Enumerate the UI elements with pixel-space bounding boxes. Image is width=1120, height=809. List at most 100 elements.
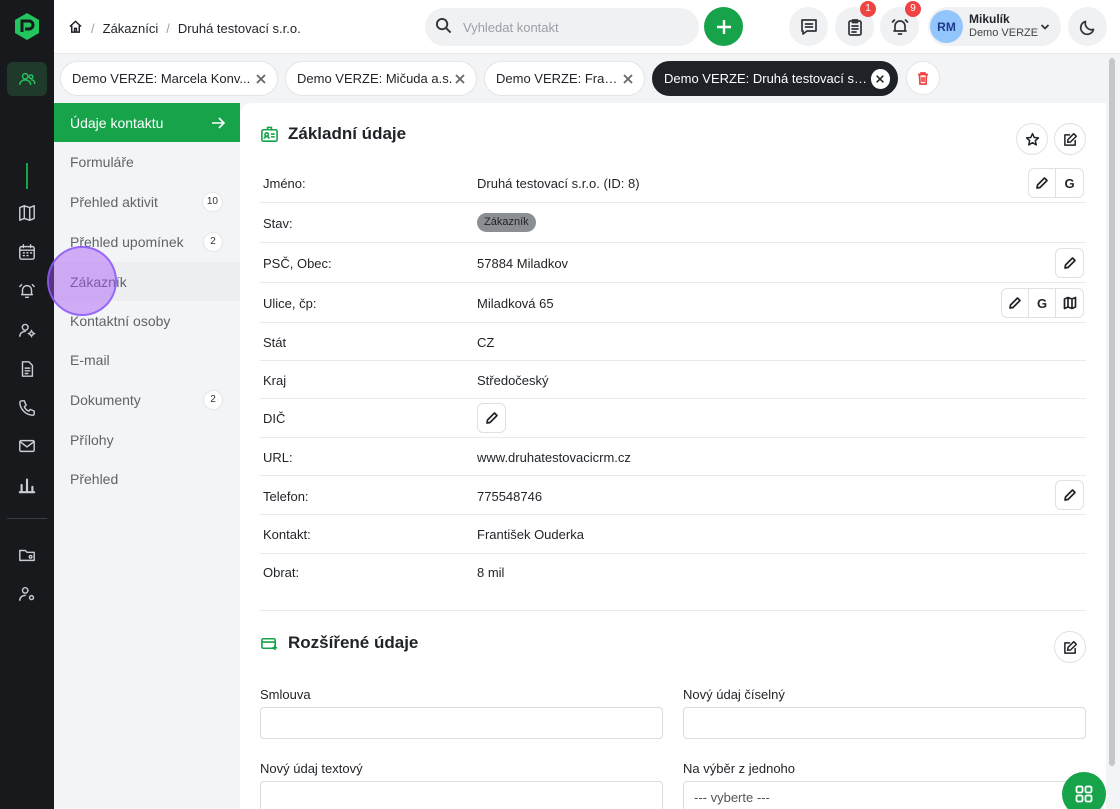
- section-label: Dokumenty: [70, 391, 141, 408]
- user-manage-icon[interactable]: [17, 320, 37, 340]
- section-reminders[interactable]: Přehled upomínek 2: [54, 222, 240, 261]
- tab-label: Demo VERZE: Mičuda a.s.: [297, 71, 453, 86]
- edit-extended-button[interactable]: [1054, 631, 1086, 663]
- row-value: Miladková 65: [477, 296, 554, 311]
- single-choice-select[interactable]: --- vyberte ---: [683, 781, 1086, 809]
- section-label: Údaje kontaktu: [70, 114, 164, 131]
- user-name: Mikulík: [969, 12, 1010, 26]
- google-search-button[interactable]: G: [1056, 169, 1083, 197]
- tasks-badge: 1: [860, 1, 876, 17]
- user-menu[interactable]: RM Mikulík Demo VERZE: [928, 7, 1061, 46]
- section-label: Přehled aktivit: [70, 193, 158, 210]
- tab-label: Demo VERZE: Marcela Konv...: [72, 71, 251, 86]
- row-key: URL:: [263, 450, 293, 465]
- select-value: --- vyberte ---: [694, 789, 770, 805]
- row-value: Středočeský: [477, 373, 549, 388]
- contract-input[interactable]: [260, 707, 663, 739]
- row-status: Stav: Zákazník: [260, 203, 1086, 243]
- page-scrollbar[interactable]: [1109, 58, 1115, 766]
- folder-settings-icon[interactable]: [17, 545, 37, 565]
- url-link[interactable]: www.druhatestovacicrm.cz: [477, 450, 631, 465]
- row-key: Kraj: [263, 373, 287, 388]
- row-key: DIČ: [263, 411, 286, 426]
- edit-vat-button[interactable]: [478, 404, 505, 432]
- section-contact-details[interactable]: Údaje kontaktu: [54, 103, 240, 142]
- section-attachments[interactable]: Přílohy: [54, 420, 240, 459]
- close-all-tabs-button[interactable]: [906, 61, 940, 95]
- edit-street-button[interactable]: [1002, 289, 1029, 317]
- row-contact: Kontakt: František Ouderka: [260, 515, 1086, 554]
- close-icon[interactable]: [870, 68, 890, 89]
- section-forms[interactable]: Formuláře: [54, 142, 240, 181]
- row-key: Ulice, čp:: [263, 296, 317, 311]
- edit-icon: [1063, 640, 1077, 654]
- tab-contact-3[interactable]: Demo VERZE: Druhá testovací s.r.o.: [652, 61, 898, 96]
- edit-name-button[interactable]: [1029, 169, 1056, 197]
- map-icon[interactable]: [17, 203, 37, 223]
- tasks-button[interactable]: 1: [835, 1, 876, 46]
- favorite-button[interactable]: [1016, 123, 1048, 155]
- field-label-text: Nový údaj textový: [260, 761, 363, 776]
- user-settings-icon[interactable]: [17, 584, 37, 604]
- edit-zip-button[interactable]: [1056, 249, 1083, 277]
- street-actions: G: [1001, 288, 1084, 318]
- name-actions: G: [1028, 168, 1084, 198]
- field-label-select: Na výběr z jednoho: [683, 761, 796, 776]
- row-key: Telefon:: [263, 489, 309, 504]
- theme-toggle[interactable]: [1068, 7, 1107, 46]
- breadcrumb-current: Druhá testovací s.r.o.: [177, 20, 301, 36]
- messages-button[interactable]: [789, 7, 828, 46]
- row-region: Kraj Středočeský: [260, 361, 1086, 399]
- section-customer[interactable]: Zákazník: [54, 262, 240, 301]
- row-key: Obrat:: [263, 565, 300, 580]
- nav-contacts[interactable]: [7, 62, 47, 96]
- row-turnover: Obrat: 8 mil: [260, 554, 1086, 592]
- section-email[interactable]: E-mail: [54, 340, 240, 379]
- tab-contact-1[interactable]: Demo VERZE: Mičuda a.s.: [285, 61, 477, 96]
- google-icon: G: [1064, 175, 1075, 191]
- open-tabs: Demo VERZE: Marcela Konv... Demo VERZE: …: [54, 54, 1120, 103]
- section-documents[interactable]: Dokumenty 2: [54, 380, 240, 419]
- reminders-button[interactable]: 9: [880, 1, 921, 46]
- field-label-contract: Smlouva: [260, 687, 311, 702]
- section-activities[interactable]: Přehled aktivit 10: [54, 182, 240, 221]
- id-card-icon: [261, 126, 278, 142]
- calendar-icon[interactable]: [17, 242, 37, 262]
- section-contact-persons[interactable]: Kontaktní osoby: [54, 301, 240, 340]
- add-button[interactable]: [704, 7, 743, 46]
- row-value: 8 mil: [477, 565, 505, 580]
- row-country: Stát CZ: [260, 323, 1086, 361]
- text-input[interactable]: [260, 781, 663, 809]
- edit-phone-button[interactable]: [1056, 481, 1083, 509]
- row-url: URL: www.druhatestovacicrm.cz: [260, 438, 1086, 476]
- number-input[interactable]: [683, 707, 1086, 739]
- section-label: Kontaktní osoby: [70, 312, 171, 329]
- app-rail: [0, 0, 54, 809]
- breadcrumb-customers[interactable]: Zákazníci: [103, 21, 159, 36]
- row-key: Jméno:: [263, 176, 306, 191]
- close-icon[interactable]: [454, 73, 466, 85]
- chart-icon[interactable]: [17, 475, 37, 495]
- search-input[interactable]: [463, 19, 683, 35]
- pencil-icon: [1036, 177, 1048, 189]
- moon-icon: [1079, 20, 1094, 35]
- search-box: [425, 8, 699, 46]
- map-street-button[interactable]: [1056, 289, 1083, 317]
- document-icon[interactable]: [17, 359, 37, 379]
- app-logo[interactable]: [13, 11, 41, 41]
- phone-icon[interactable]: [17, 398, 37, 418]
- row-street: Ulice, čp: Miladková 65 G: [260, 283, 1086, 323]
- apps-grid-button[interactable]: [1062, 772, 1106, 809]
- edit-basic-button[interactable]: [1054, 123, 1086, 155]
- google-street-button[interactable]: G: [1029, 289, 1056, 317]
- tab-contact-0[interactable]: Demo VERZE: Marcela Konv...: [60, 61, 278, 96]
- section-overview[interactable]: Přehled: [54, 459, 240, 498]
- close-icon[interactable]: [622, 73, 634, 85]
- tab-contact-2[interactable]: Demo VERZE: Franta: [484, 61, 645, 96]
- home-icon[interactable]: [68, 19, 83, 37]
- mail-icon[interactable]: [17, 436, 37, 456]
- close-icon[interactable]: [255, 73, 267, 85]
- alarm-icon[interactable]: [17, 281, 37, 301]
- search-icon: [435, 17, 452, 37]
- chevron-down-icon: [1040, 24, 1050, 30]
